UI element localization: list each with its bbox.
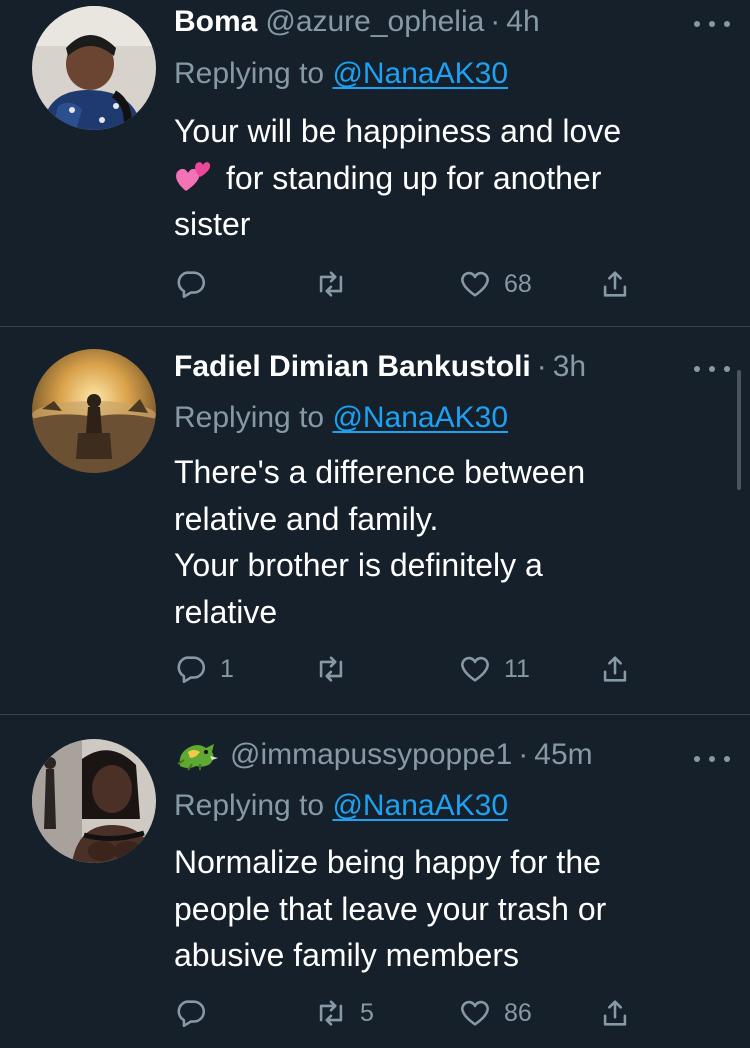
tweet-text-line-with-emoji: for standing up for another [174,155,690,202]
share-icon [603,1000,627,1026]
retweet-button[interactable] [314,649,360,689]
retweet-button[interactable]: 5 [314,993,374,1033]
avatar[interactable] [32,349,156,473]
share-button[interactable] [598,264,632,304]
replying-to-link[interactable]: @NanaAK30 [332,57,508,90]
retweet-icon [319,271,343,297]
tweet-header: Fadiel Dimian Bankustoli · 3h [174,347,690,387]
like-icon [461,656,489,682]
replying-prefix: Replying to [174,401,325,434]
share-icon [603,656,627,682]
timestamp[interactable]: 3h [553,347,586,387]
separator: · [518,738,529,771]
timestamp[interactable]: 4h [506,2,539,42]
reply-count: 1 [220,654,234,683]
reply-button[interactable] [174,264,220,304]
user-handle[interactable]: @azure_ophelia [265,2,484,42]
timestamp[interactable]: 45m [534,735,592,775]
tweet-text-line: Normalize being happy for the [174,844,601,880]
replying-to: Replying to @NanaAK30 [174,54,508,94]
separator: · [536,350,547,383]
tweet-header: Boma @azure_ophelia · 4h [174,2,690,42]
share-icon [603,271,627,297]
separator: · [490,5,501,38]
replying-to: Replying to @NanaAK30 [174,398,508,438]
dragon-emoji [177,744,218,771]
reply-button[interactable]: 1 [174,649,234,689]
tweet-3[interactable]: @immapussypoppe1 · 45m Replying to @Nana… [0,715,750,1048]
reply-icon [177,656,206,684]
share-button[interactable] [598,649,632,689]
display-name[interactable]: Boma [174,2,257,42]
tweet-text-line: Your brother is definitely a [174,547,543,583]
tweet-text-line: relative [174,593,278,630]
like-icon [461,271,489,297]
tweet-text-line: sister [174,206,251,242]
tweet-actions: 5 86 [174,993,644,1033]
avatar[interactable] [32,6,156,130]
tweet-text-line: Your will be happiness and love [174,113,622,149]
tweet-text-line: abusive family members [174,937,519,973]
like-count: 86 [504,998,532,1027]
reply-button[interactable] [174,993,220,1033]
retweet-count: 5 [360,998,374,1027]
tweet-text: Your will be happiness and love for stan… [174,108,690,248]
tweet-actions: 1 11 [174,649,644,689]
replying-prefix: Replying to [174,57,325,90]
tweet-2[interactable]: Fadiel Dimian Bankustoli · 3h Replying t… [0,327,750,714]
more-options-icon[interactable] [694,359,730,379]
tweet-text: There's a difference between relative an… [174,449,690,635]
avatar[interactable] [32,739,156,863]
like-button[interactable]: 11 [458,649,530,689]
tweet-text-line: relative and family. [174,500,439,537]
user-handle[interactable]: @immapussypoppe1 [230,735,512,775]
replying-to: Replying to @NanaAK30 [174,786,508,826]
scrollbar[interactable] [737,370,741,490]
like-button[interactable]: 68 [458,264,532,304]
tweet-1[interactable]: Boma @azure_ophelia · 4h Replying to @Na… [0,0,750,326]
display-name[interactable]: Fadiel Dimian Bankustoli [174,347,531,387]
tweet-text-line: There's a difference between [174,454,586,490]
tweet-actions: 68 [174,264,644,304]
replying-to-link[interactable]: @NanaAK30 [332,401,508,434]
tweet-header: @immapussypoppe1 · 45m [174,735,690,775]
tweet-text-line: people that leave your trash or [174,890,607,927]
replying-to-link[interactable]: @NanaAK30 [332,789,508,822]
replying-prefix: Replying to [174,789,325,822]
more-options-icon[interactable] [694,749,730,769]
like-count: 11 [504,654,530,683]
retweet-button[interactable] [314,264,360,304]
reply-icon [177,1000,206,1028]
like-button[interactable]: 86 [458,993,532,1033]
heart-emoji [176,161,211,191]
more-options-icon[interactable] [694,14,730,34]
tweet-text: Normalize being happy for the people tha… [174,839,690,979]
tweet-text-line: for standing up for another [226,159,602,196]
like-count: 68 [504,269,532,298]
reply-icon [177,271,206,299]
retweet-icon [319,1000,343,1026]
share-button[interactable] [598,993,632,1033]
like-icon [461,1000,489,1026]
retweet-icon [319,656,343,682]
